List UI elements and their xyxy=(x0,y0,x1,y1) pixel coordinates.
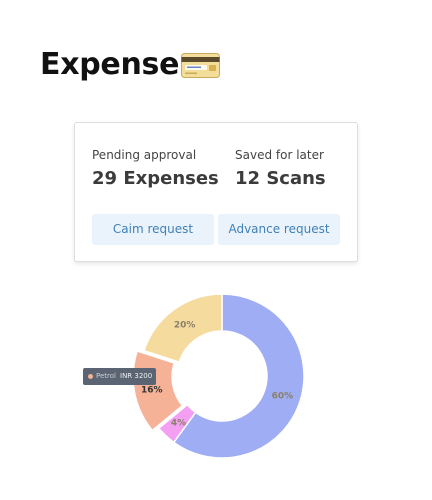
pending-approval-stat: Pending approval 29 Expenses xyxy=(92,148,219,190)
credit-card-icon xyxy=(181,53,220,78)
claim-request-button[interactable]: Caim request xyxy=(92,214,214,245)
page-title: Expense xyxy=(40,47,180,82)
summary-card: Pending approval 29 Expenses Saved for l… xyxy=(74,122,358,262)
advance-request-button[interactable]: Advance request xyxy=(218,214,340,245)
saved-for-later-value: 12 Scans xyxy=(235,168,326,189)
chart-tooltip: Petrol INR 3200 xyxy=(83,368,156,385)
tooltip-label: Petrol xyxy=(96,372,116,380)
tooltip-color-dot xyxy=(88,374,93,379)
pending-approval-label: Pending approval xyxy=(92,148,197,162)
pending-approval-value: 29 Expenses xyxy=(92,168,219,189)
saved-for-later-stat: Saved for later 12 Scans xyxy=(235,148,326,190)
tooltip-value: INR 3200 xyxy=(120,372,153,380)
saved-for-later-label: Saved for later xyxy=(235,148,324,162)
donut-slice-20-percent[interactable] xyxy=(143,293,223,364)
